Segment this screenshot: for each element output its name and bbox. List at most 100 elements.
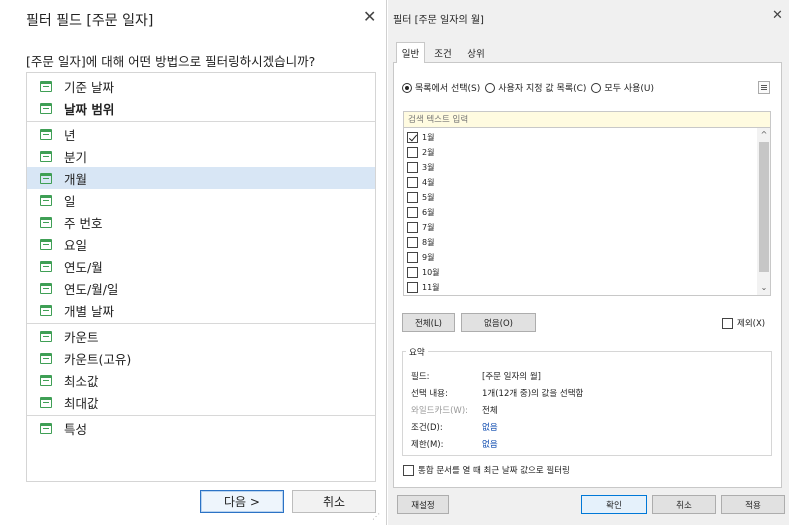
list-item-year-month-day[interactable]: 연도/월/일 bbox=[27, 277, 375, 299]
list-item-count-distinct[interactable]: 카운트(고유) bbox=[27, 347, 375, 369]
list-item-month-2[interactable]: 2월 bbox=[407, 146, 434, 159]
tab-condition[interactable]: 조건 bbox=[428, 44, 458, 62]
calendar-icon bbox=[40, 374, 52, 386]
checkbox[interactable] bbox=[407, 267, 418, 278]
list-item-month-3[interactable]: 3월 bbox=[407, 161, 434, 174]
calendar-icon bbox=[40, 352, 52, 364]
checkbox[interactable] bbox=[407, 282, 418, 293]
list-item-month-6[interactable]: 6월 bbox=[407, 206, 434, 219]
calendar-icon bbox=[40, 238, 52, 250]
checkbox[interactable] bbox=[407, 147, 418, 158]
summary-limit-link[interactable]: 없음 bbox=[482, 438, 498, 450]
calendar-icon bbox=[40, 216, 52, 228]
list-item-maximum[interactable]: 최대값 bbox=[27, 391, 375, 413]
list-item-label: 7월 bbox=[422, 223, 435, 232]
summary-condition-link[interactable]: 없음 bbox=[482, 421, 498, 433]
radio-use-all[interactable] bbox=[591, 82, 602, 93]
radio-custom-list[interactable] bbox=[485, 82, 496, 93]
tab-top[interactable]: 상위 bbox=[461, 44, 491, 62]
list-item-week-number[interactable]: 주 번호 bbox=[27, 211, 375, 233]
list-divider bbox=[27, 415, 375, 416]
checkbox[interactable] bbox=[407, 177, 418, 188]
list-item-month-10[interactable]: 10월 bbox=[407, 266, 440, 279]
checkbox[interactable] bbox=[407, 207, 418, 218]
list-item-label: 2월 bbox=[422, 148, 435, 157]
search-input[interactable] bbox=[403, 111, 771, 128]
resize-grip-icon[interactable]: ⋰ bbox=[372, 512, 380, 521]
summary-field-label: 필드: bbox=[411, 372, 430, 382]
scrollbar[interactable]: ^ ⌄ bbox=[757, 128, 770, 295]
list-item-minimum[interactable]: 최소값 bbox=[27, 369, 375, 391]
close-icon[interactable]: ✕ bbox=[363, 7, 376, 26]
cancel-button[interactable]: 취소 bbox=[652, 495, 716, 514]
tab-general[interactable]: 일반 bbox=[396, 42, 425, 63]
calendar-icon bbox=[40, 102, 52, 114]
selection-mode-radios: 목록에서 선택(S) 사용자 지정 값 목록(C) 모두 사용(U) bbox=[402, 81, 654, 94]
list-item-month-4[interactable]: 4월 bbox=[407, 176, 434, 189]
summary-selection-label: 선택 내용: bbox=[411, 389, 448, 399]
list-item-count[interactable]: 카운트 bbox=[27, 325, 375, 347]
latest-date-filter-label: 통합 문서를 열 때 최근 날짜 값으로 필터링 bbox=[418, 466, 570, 476]
summary-wildcard-value: 전체 bbox=[482, 406, 498, 416]
scroll-thumb[interactable] bbox=[759, 142, 769, 272]
checkbox[interactable] bbox=[407, 252, 418, 263]
list-item-label: 연도/월/일 bbox=[64, 281, 119, 297]
list-item-label: 11월 bbox=[422, 283, 440, 292]
calendar-icon bbox=[40, 260, 52, 272]
calendar-icon bbox=[40, 128, 52, 140]
list-item-individual-dates[interactable]: 개별 날짜 bbox=[27, 299, 375, 321]
list-item-weekday[interactable]: 요일 bbox=[27, 233, 375, 255]
list-item-label: 분기 bbox=[64, 149, 88, 165]
list-item-attribute[interactable]: 특성 bbox=[27, 417, 375, 439]
list-item-label: 연도/월 bbox=[64, 259, 103, 275]
list-item-month-11[interactable]: 11월 bbox=[407, 281, 440, 294]
checkbox[interactable] bbox=[407, 222, 418, 233]
list-item-day[interactable]: 일 bbox=[27, 189, 375, 211]
close-icon[interactable]: ✕ bbox=[772, 8, 783, 23]
summary-limit-label: 제한(M): bbox=[411, 440, 444, 450]
list-item-month-5[interactable]: 5월 bbox=[407, 191, 434, 204]
list-item-base-date[interactable]: 기준 날짜 bbox=[27, 75, 375, 97]
member-list: 1월 2월 3월 4월 5월 6월 7월 8월 9월 10월 11월 ^ ⌄ bbox=[403, 128, 771, 296]
list-item-month-9[interactable]: 9월 bbox=[407, 251, 434, 264]
list-item-label: 3월 bbox=[422, 163, 435, 172]
list-menu-icon[interactable] bbox=[758, 81, 770, 94]
list-item-label: 최소값 bbox=[64, 373, 99, 389]
list-item-label: 요일 bbox=[64, 237, 88, 253]
checkbox[interactable] bbox=[407, 162, 418, 173]
summary-condition-label: 조건(D): bbox=[411, 423, 443, 433]
list-item-label: 카운트(고유) bbox=[64, 351, 132, 367]
cancel-button[interactable]: 취소 bbox=[292, 490, 376, 513]
checkbox[interactable] bbox=[407, 132, 418, 143]
scroll-up-icon[interactable]: ^ bbox=[757, 130, 770, 140]
reset-button[interactable]: 재설정 bbox=[397, 495, 449, 514]
select-all-button[interactable]: 전체(L) bbox=[402, 313, 455, 332]
list-item-label: 6월 bbox=[422, 208, 435, 217]
checkbox[interactable] bbox=[722, 317, 733, 329]
list-item-date-range[interactable]: 날짜 범위 bbox=[27, 97, 375, 119]
list-divider bbox=[27, 121, 375, 122]
checkbox[interactable] bbox=[407, 192, 418, 203]
latest-date-filter-checkbox[interactable]: 통합 문서를 열 때 최근 날짜 값으로 필터링 bbox=[403, 464, 570, 476]
list-item-year[interactable]: 년 bbox=[27, 123, 375, 145]
list-item-month-1[interactable]: 1월 bbox=[407, 131, 434, 144]
checkbox[interactable] bbox=[407, 237, 418, 248]
list-item-month[interactable]: 개월 bbox=[27, 167, 375, 189]
scroll-down-icon[interactable]: ⌄ bbox=[757, 283, 770, 293]
radio-select-from-list[interactable] bbox=[402, 82, 412, 93]
radio-label-use-all: 모두 사용(U) bbox=[604, 84, 655, 94]
exclude-checkbox[interactable]: 제외(X) bbox=[722, 317, 765, 329]
summary-wildcard-label: 와일드카드(W): bbox=[411, 406, 469, 416]
next-button[interactable]: 다음 > bbox=[200, 490, 284, 513]
apply-button[interactable]: 적용 bbox=[721, 495, 785, 514]
ok-button[interactable]: 확인 bbox=[581, 495, 647, 514]
list-item-label: 최대값 bbox=[64, 395, 99, 411]
list-item-year-month[interactable]: 연도/월 bbox=[27, 255, 375, 277]
list-item-quarter[interactable]: 분기 bbox=[27, 145, 375, 167]
checkbox[interactable] bbox=[403, 464, 414, 476]
list-item-label: 10월 bbox=[422, 268, 440, 277]
select-none-button[interactable]: 없음(O) bbox=[461, 313, 536, 332]
list-item-month-7[interactable]: 7월 bbox=[407, 221, 434, 234]
list-divider bbox=[27, 323, 375, 324]
list-item-month-8[interactable]: 8월 bbox=[407, 236, 434, 249]
